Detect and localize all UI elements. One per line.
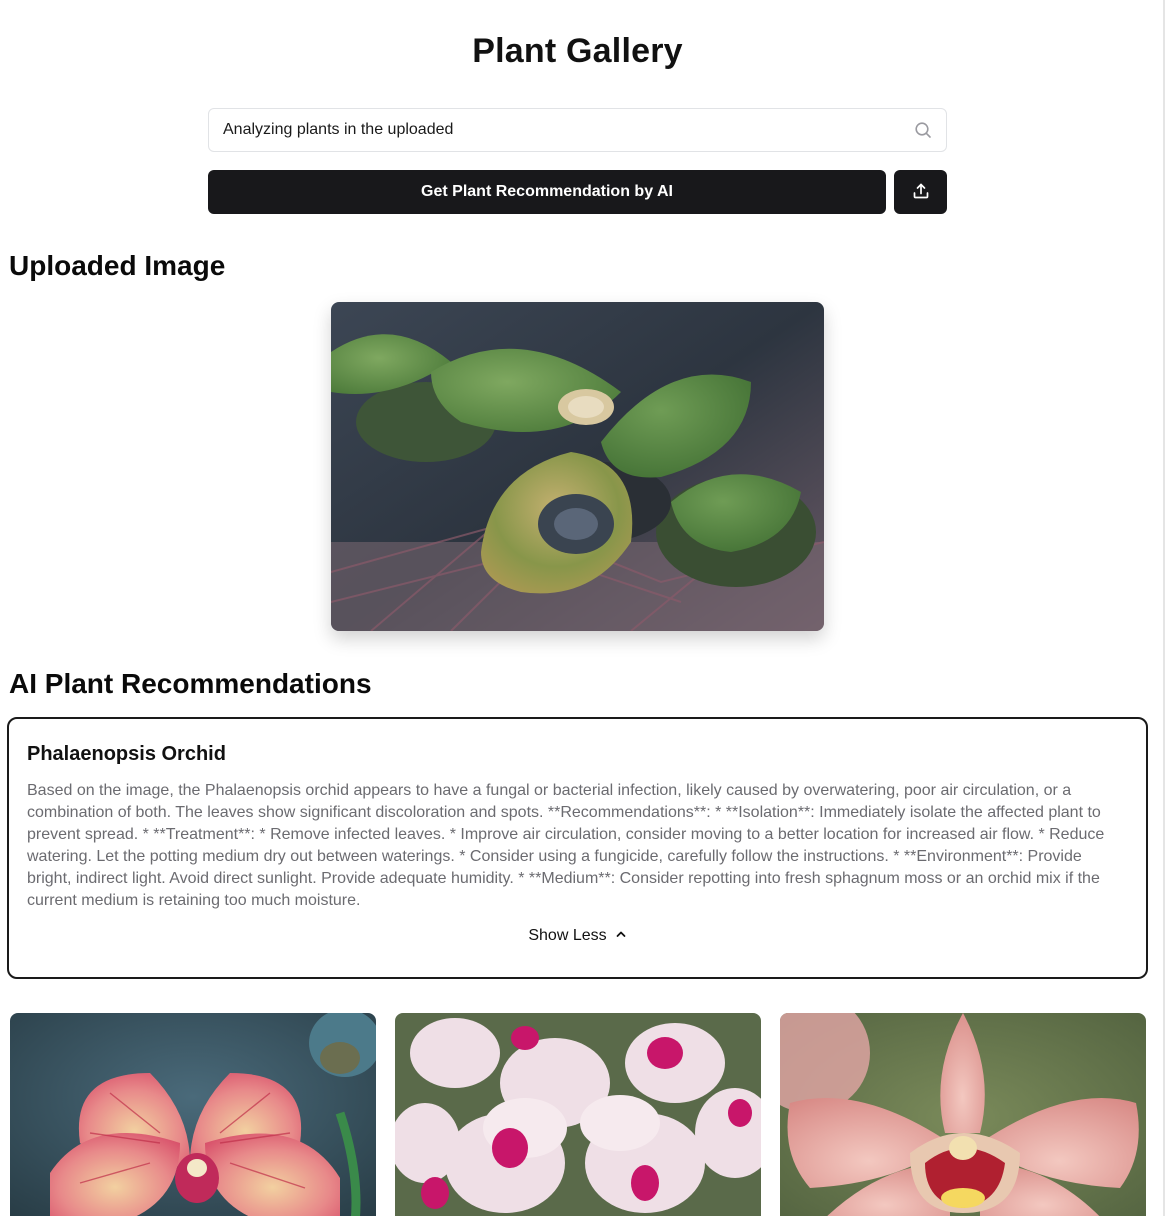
gallery-image-orchid-1[interactable] bbox=[10, 1013, 376, 1216]
show-less-button[interactable]: Show Less bbox=[9, 927, 1146, 945]
get-recommendation-button[interactable]: Get Plant Recommendation by AI bbox=[208, 170, 886, 214]
search-icon[interactable] bbox=[914, 121, 932, 139]
gallery-image-orchid-2[interactable] bbox=[395, 1013, 761, 1216]
chevron-up-icon bbox=[615, 927, 627, 945]
recommendation-card: Phalaenopsis Orchid Based on the image, … bbox=[7, 717, 1148, 979]
upload-icon bbox=[912, 182, 930, 203]
uploaded-plant-image bbox=[331, 302, 824, 631]
recommendation-description: Based on the image, the Phalaenopsis orc… bbox=[27, 782, 1105, 909]
search-input[interactable] bbox=[223, 121, 914, 139]
upload-button[interactable] bbox=[894, 170, 947, 214]
gallery-image-orchid-3[interactable] bbox=[780, 1013, 1146, 1216]
search-box[interactable] bbox=[208, 108, 947, 152]
recommendation-title: Phalaenopsis Orchid bbox=[27, 743, 226, 765]
show-less-label: Show Less bbox=[528, 927, 607, 944]
page-title: Plant Gallery bbox=[472, 32, 683, 70]
uploaded-image-heading: Uploaded Image bbox=[9, 250, 226, 281]
recommendations-heading: AI Plant Recommendations bbox=[9, 668, 372, 699]
plant-gallery-page: Plant Gallery Get Plant Recommendation b… bbox=[0, 0, 1165, 1216]
